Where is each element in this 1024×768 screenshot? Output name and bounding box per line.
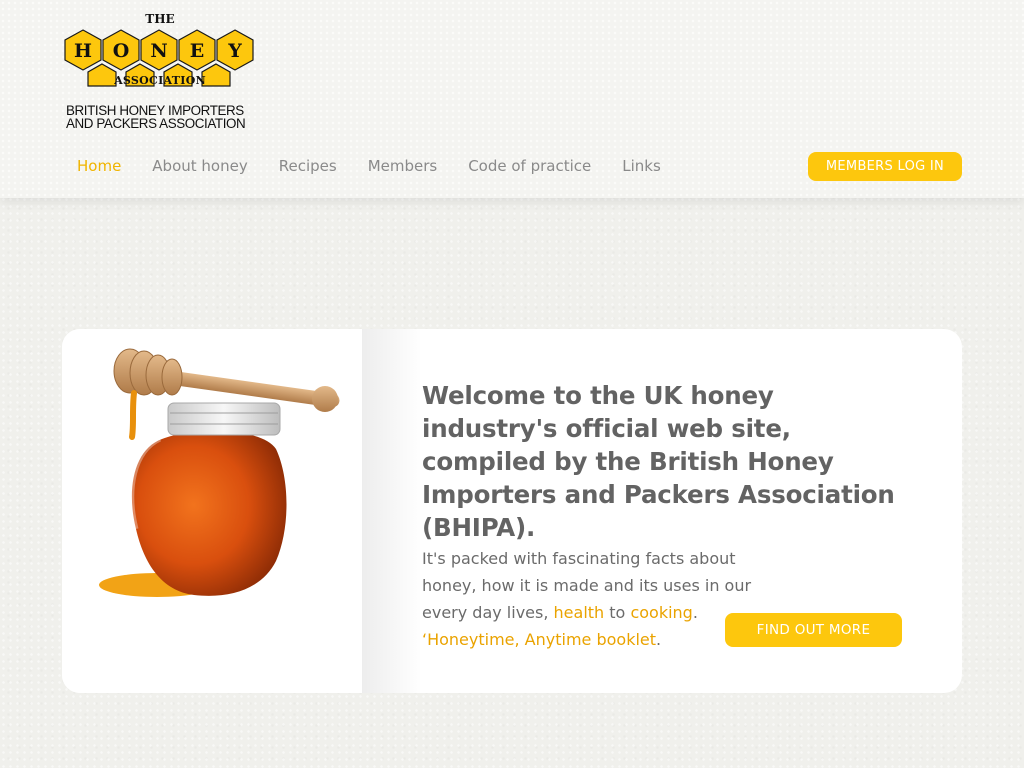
logo-association-text: ASSOCIATION: [114, 74, 206, 87]
hero-image-panel: [62, 329, 362, 693]
logo-letter-y: Y: [227, 40, 242, 62]
welcome-card: Welcome to the UK honey industry's offic…: [62, 329, 962, 693]
members-login-button[interactable]: MEMBERS LOG IN: [808, 152, 962, 181]
welcome-description: It's packed with fascinating facts about…: [422, 545, 772, 653]
logo-subtitle: BRITISH HONEY IMPORTERS AND PACKERS ASSO…: [66, 104, 262, 130]
nav-item-links[interactable]: Links: [622, 156, 661, 178]
honey-association-logo[interactable]: THE H O N E Y ASSOCIATION BRITISH HONEY …: [64, 10, 260, 132]
nav-item-home[interactable]: Home: [77, 156, 121, 178]
find-out-more-button[interactable]: FIND OUT MORE: [725, 613, 902, 647]
period-text-2: .: [656, 630, 662, 649]
booklet-link[interactable]: ‘Honeytime, Anytime booklet: [422, 630, 656, 649]
health-link[interactable]: health: [554, 603, 605, 622]
connector-text: to: [609, 603, 626, 622]
card-divider: [362, 329, 422, 693]
period-text: .: [692, 603, 698, 622]
nav-item-about-honey[interactable]: About honey: [152, 156, 247, 178]
honey-jar-image: [99, 348, 340, 597]
logo-letter-e: E: [190, 40, 204, 62]
main-nav: Home About honey Recipes Members Code of…: [77, 156, 692, 178]
logo-subtitle-line2: AND PACKERS ASSOCIATION: [66, 116, 246, 131]
nav-item-code-of-practice[interactable]: Code of practice: [468, 156, 591, 178]
nav-item-members[interactable]: Members: [368, 156, 438, 178]
site-header: THE H O N E Y ASSOCIATION BRITISH HONEY …: [0, 0, 1024, 198]
logo-letter-h: H: [74, 40, 92, 62]
logo-letter-o: O: [113, 40, 130, 62]
nav-item-recipes[interactable]: Recipes: [279, 156, 337, 178]
cooking-link[interactable]: cooking: [630, 603, 692, 622]
logo-letter-n: N: [150, 40, 167, 62]
welcome-heading: Welcome to the UK honey industry's offic…: [422, 381, 895, 542]
